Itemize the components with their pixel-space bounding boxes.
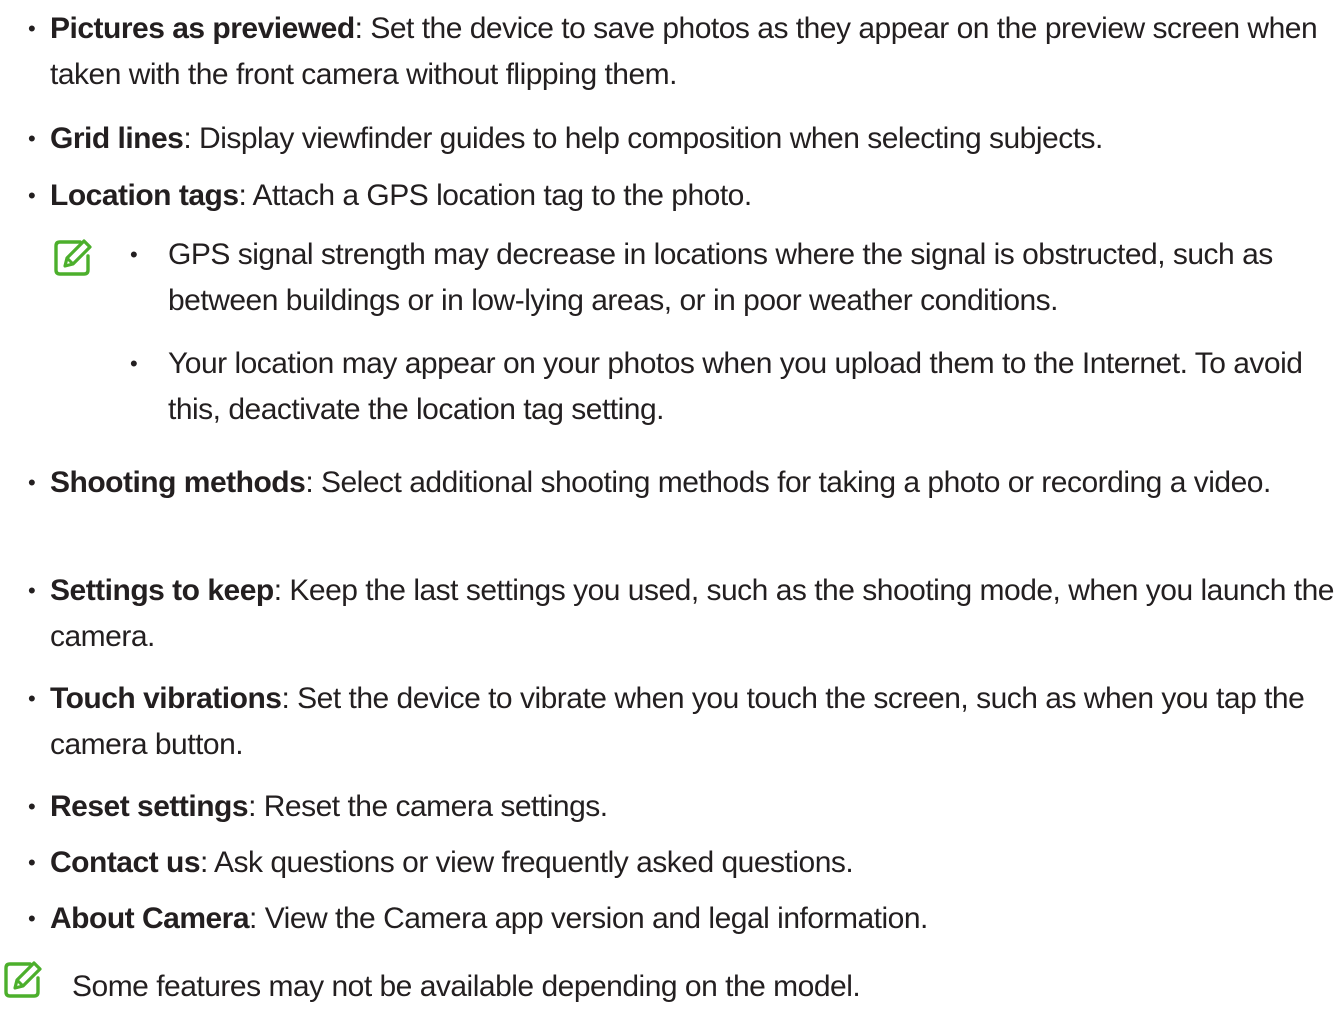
note-text: GPS signal strength may decrease in loca…	[168, 238, 1273, 317]
setting-term: Contact us	[50, 846, 201, 879]
final-note-text: Some features may not be available depen…	[72, 970, 861, 1003]
setting-description: : Display viewfinder guides to help comp…	[183, 122, 1103, 155]
note-text: Your location may appear on your photos …	[168, 347, 1303, 426]
bullet: •	[28, 126, 36, 151]
note-pencil-icon	[4, 961, 42, 998]
setting-description: : Ask questions or view frequently asked…	[200, 846, 854, 879]
setting-term: About Camera	[50, 902, 250, 935]
bullet: •	[28, 686, 36, 711]
bullet: •	[130, 242, 138, 267]
bullet: •	[28, 16, 36, 41]
note-pencil-icon	[54, 239, 92, 276]
setting-term: Pictures as previewed	[50, 12, 355, 45]
setting-term: Settings to keep	[50, 574, 274, 607]
setting-term: Touch vibrations	[50, 682, 282, 715]
bullet: •	[130, 351, 138, 376]
setting-term: Location tags	[50, 179, 239, 212]
setting-description: : Attach a GPS location tag to the photo…	[238, 179, 753, 212]
bullet: •	[28, 470, 36, 495]
bullet: •	[28, 906, 36, 931]
manual-page: • Pictures as previewed: Set the device …	[0, 0, 1336, 1007]
setting-term: Grid lines	[50, 122, 184, 155]
setting-description: : Select additional shooting methods for…	[305, 466, 1271, 499]
bullet: •	[28, 183, 36, 208]
setting-term: Reset settings	[50, 790, 249, 823]
bullet: •	[28, 578, 36, 603]
bullet: •	[28, 794, 36, 819]
setting-term: Shooting methods	[50, 466, 306, 499]
bullet: •	[28, 850, 36, 875]
setting-description: : Reset the camera settings.	[248, 790, 608, 823]
setting-description: : View the Camera app version and legal …	[249, 902, 928, 935]
